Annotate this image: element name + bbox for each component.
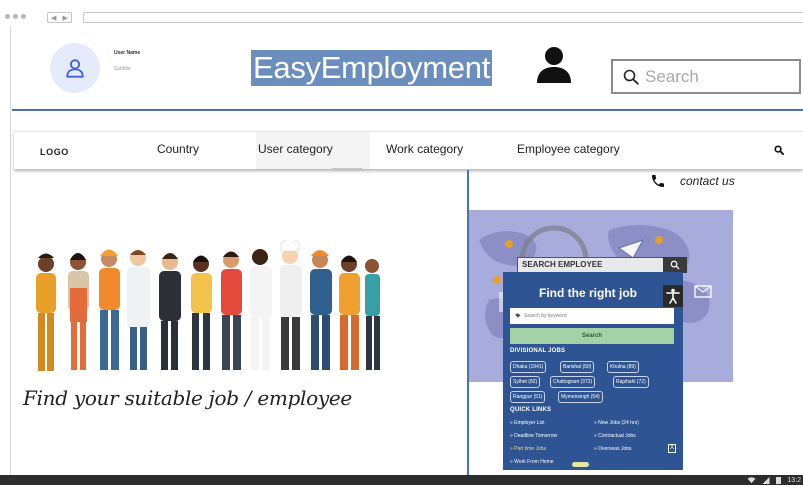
search-employee-button[interactable] (663, 257, 687, 273)
address-bar[interactable] (83, 12, 803, 23)
nav-item-user-category[interactable]: User category (258, 142, 333, 156)
division-tag[interactable]: Barishal (50) (560, 361, 595, 373)
tag-icon (515, 313, 521, 318)
job-search-button[interactable]: Search (510, 328, 674, 344)
contact-us-label: contact us (680, 174, 735, 188)
wifi-icon[interactable] (747, 476, 756, 484)
person-icon[interactable] (536, 46, 572, 84)
job-search-panel: Find the right job Search by keyword Sea… (503, 272, 683, 470)
search-employee-label: SEARCH EMPLOYEE (522, 260, 603, 269)
browser-chrome: ◀ ▶ (0, 0, 803, 30)
nav-active-indicator (332, 168, 362, 171)
brand-title: EasyEmployment (251, 50, 493, 86)
avatar[interactable] (50, 43, 100, 93)
worker-figures (36, 240, 380, 371)
page-frame-border (10, 26, 11, 485)
quick-link[interactable]: » Contractual Jobs (594, 433, 636, 439)
window-controls (5, 14, 26, 19)
quick-link[interactable]: » Part time Jobs (510, 446, 546, 452)
user-name: User Name (114, 50, 141, 56)
division-tag[interactable]: Khulna (89) (607, 361, 639, 373)
ad-close-button[interactable]: X (668, 444, 677, 453)
division-tag[interactable]: Mymensingh (54) (558, 391, 603, 403)
search-icon (670, 260, 680, 270)
hero-tagline: Find your suitable job / employee (23, 386, 352, 410)
signal-icon[interactable] (762, 476, 770, 484)
contact-us-link[interactable]: contact us (650, 173, 735, 189)
main-nav: LOGO Country User category Work category… (14, 131, 803, 171)
quick-links-title: QUICK LINKS (510, 407, 552, 413)
keyword-search-input[interactable]: Search by keyword (510, 308, 674, 324)
workers-illustration (36, 240, 380, 371)
logo[interactable]: LOGO (40, 147, 69, 157)
division-tag[interactable]: Rajshahi (72) (613, 376, 649, 388)
division-tag[interactable]: Dhaka (1941) (510, 361, 547, 373)
maximize-window-dot[interactable] (21, 14, 26, 19)
division-tag[interactable]: Rangpur (51) (510, 391, 546, 403)
accessibility-icon (666, 288, 680, 304)
division-tag[interactable]: Chattogram (372) (550, 376, 596, 388)
system-tray: 13:2 (747, 475, 801, 485)
quick-link[interactable]: » Employer List (510, 420, 544, 426)
phone-icon (652, 175, 664, 187)
forward-icon[interactable]: ▶ (63, 14, 68, 22)
search-placeholder: Search (645, 66, 699, 86)
division-tag[interactable]: Sylhet (82) (510, 376, 541, 388)
battery-icon[interactable] (776, 476, 782, 484)
search-icon (623, 69, 639, 85)
search-input[interactable]: Search (611, 59, 801, 94)
back-icon[interactable]: ◀ (51, 14, 56, 22)
quick-link[interactable]: » Work From Home (510, 459, 554, 465)
search-employee-bar[interactable]: SEARCH EMPLOYEE (517, 257, 687, 273)
nav-item-country[interactable]: Country (157, 142, 199, 156)
quick-link[interactable]: » Deadline Tomorrow (510, 433, 557, 439)
accessibility-button[interactable] (663, 285, 683, 307)
quick-link[interactable]: » Overseas Jobs (594, 446, 632, 452)
keyword-search-placeholder: Search by keyword (524, 313, 567, 319)
nav-search-icon[interactable] (774, 145, 784, 155)
user-subtitle: Subtitle (114, 66, 131, 72)
browser-nav-buttons: ◀ ▶ (47, 12, 72, 23)
scroll-indicator[interactable] (572, 462, 589, 467)
user-icon (66, 59, 84, 78)
job-panel-title: Find the right job (539, 286, 637, 300)
nav-item-employee-category[interactable]: Employee category (517, 142, 620, 156)
clock: 13:2 (787, 476, 801, 484)
divisional-jobs-title: DIVISIONAL JOBS (510, 348, 566, 354)
quick-link[interactable]: » New Jobs (24 hrs) (594, 420, 639, 426)
close-window-dot[interactable] (5, 14, 10, 19)
header-divider (12, 109, 803, 111)
nav-item-work-category[interactable]: Work category (386, 142, 463, 156)
system-taskbar: 13:2 (0, 475, 803, 485)
minimize-window-dot[interactable] (13, 14, 18, 19)
